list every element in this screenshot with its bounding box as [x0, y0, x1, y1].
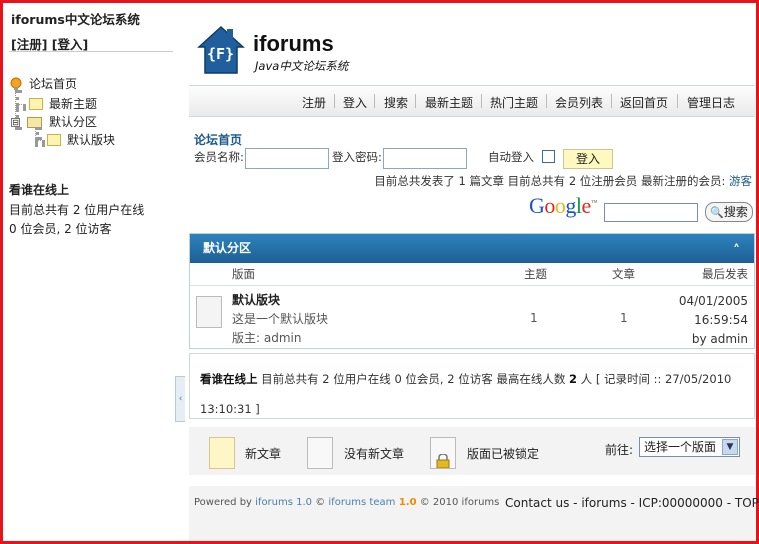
tree-label-home: 论坛首页 [29, 77, 78, 91]
google-search-input[interactable] [604, 203, 698, 222]
powered-text: Powered by [194, 497, 256, 508]
collapse-arrow-icon[interactable]: ˄ [733, 237, 740, 266]
last-post-time: 16:59:54 [694, 313, 748, 327]
goto-select-value: 选择一个版面 [644, 440, 717, 454]
logo-letter: {F} [207, 45, 235, 63]
search-button-label: 搜索 [723, 205, 748, 219]
online-total: 目前总共有 2 位用户在线 [9, 203, 145, 217]
password-label: 登入密码: [332, 150, 382, 164]
who-text: 目前总共有 2 位用户在线 0 位会员, 2 位访客 最高在线人数 [257, 372, 570, 386]
new-posts-icon [209, 437, 235, 469]
nav-latest[interactable]: 最新主题 [425, 94, 473, 111]
goto-board-select[interactable]: 选择一个版面 ▼ [639, 437, 740, 457]
legend-new: 新文章 [245, 447, 282, 461]
nav-hot[interactable]: 热门主题 [490, 94, 538, 111]
online-title: 看谁在线上 [9, 183, 70, 197]
col-topics: 主题 [524, 267, 547, 281]
nav-login[interactable]: 登入 [343, 94, 367, 111]
board-moderator: 版主: admin [232, 331, 302, 345]
stats-text: 目前总共发表了 1 篇文章 目前总共有 2 位注册会员 最新注册的会员: [374, 174, 726, 188]
nav-separator [546, 94, 547, 108]
chevron-down-icon[interactable]: ▼ [722, 439, 738, 455]
lock-icon [436, 454, 450, 468]
brand-name: iforums [253, 31, 334, 56]
search-icon: 🔍 [710, 206, 724, 219]
google-logo: Google™ [529, 193, 598, 218]
team-link[interactable]: iforums team [328, 497, 395, 508]
username-label: 会员名称: [194, 150, 244, 164]
table-row: 默认版块 这是一个默认版块 版主: admin 1 1 04/01/2005 1… [190, 287, 754, 349]
category-title: 默认分区 [203, 241, 252, 255]
powered-by: Powered by iforums 1.0 © iforums team 1.… [194, 497, 499, 508]
no-new-posts-icon [196, 296, 222, 328]
category-header[interactable]: 默认分区 ˄ [190, 234, 754, 263]
col-board: 版面 [232, 267, 255, 281]
tree-line [35, 140, 45, 144]
tree-label-board: 默认版块 [67, 133, 116, 147]
brand-tagline: Java中文论坛系统 [255, 59, 349, 73]
nav-separator [334, 94, 335, 108]
nav-separator [677, 94, 678, 108]
who-max: 2 [569, 372, 578, 386]
version: 1.0 [395, 497, 417, 508]
newest-member-link[interactable]: 游客 [729, 174, 752, 188]
legend-locked: 版面已被锁定 [467, 447, 540, 461]
board-name-link[interactable]: 默认版块 [232, 291, 280, 308]
who-title: 看谁在线上 [200, 372, 258, 386]
sidebar-title: iforums中文论坛系统 [11, 12, 140, 27]
no-new-posts-icon [307, 437, 333, 469]
page-icon [29, 98, 43, 110]
page-icon [47, 134, 61, 146]
locked-icon [430, 437, 456, 469]
product-link[interactable]: iforums 1.0 [255, 497, 312, 508]
forum-stats: 目前总共发表了 1 篇文章 目前总共有 2 位注册会员 最新注册的会员: 游客 [374, 173, 752, 189]
board-posts: 1 [620, 311, 628, 325]
sidebar: iforums中文论坛系统 [注册] [登入] 论坛首页 最新主题 ⊟ 默认分区… [3, 3, 185, 541]
table-header: 版面 主题 文章 最后发表 [190, 263, 754, 286]
board-last-post: 04/01/2005 16:59:54 by admin [679, 292, 748, 349]
nav-separator [611, 94, 612, 108]
footer-links[interactable]: Contact us - iforums - ICP:00000000 - TO… [505, 496, 759, 510]
nav-home[interactable]: 返回首页 [620, 94, 668, 111]
nav-separator [481, 94, 482, 108]
legend-none: 没有新文章 [344, 447, 405, 461]
auto-login-label: 自动登入 [488, 150, 534, 164]
collapse-toggle-icon[interactable]: ⊟ [11, 118, 20, 127]
breadcrumb[interactable]: 论坛首页 [194, 131, 242, 148]
nav-separator [415, 94, 416, 108]
footer: Powered by iforums 1.0 © iforums team 1.… [189, 486, 759, 541]
last-post-author[interactable]: by admin [679, 330, 748, 349]
top-nav: 注册 登入 搜索 最新主题 热门主题 会员列表 返回首页 管理日志 [189, 85, 755, 117]
col-posts: 文章 [612, 267, 635, 281]
tree-line [16, 104, 26, 108]
last-post-date: 04/01/2005 [678, 294, 748, 308]
goto-label: 前往: [605, 443, 634, 457]
google-search-button[interactable]: 🔍搜索 [705, 202, 753, 222]
sidebar-collapse-handle[interactable]: ‹ [175, 376, 185, 422]
who-is-online: 看谁在线上 目前总共有 2 位用户在线 0 位会员, 2 位访客 最高在线人数 … [189, 353, 755, 419]
main-content: {F} iforums Java中文论坛系统 注册 登入 搜索 最新主题 热门主… [189, 3, 759, 541]
lightbulb-icon [10, 77, 22, 90]
col-last: 最后发表 [702, 267, 748, 281]
username-field[interactable] [245, 148, 329, 169]
sidebar-divider [9, 51, 173, 52]
nav-admin-log[interactable]: 管理日志 [687, 94, 735, 111]
tree-line [35, 127, 39, 140]
board-description: 这是一个默认版块 [232, 312, 329, 326]
icon-legend: 新文章 没有新文章 版面已被锁定 前往: 选择一个版面 ▼ [189, 427, 755, 475]
auto-login-checkbox[interactable] [542, 150, 555, 163]
nav-search[interactable]: 搜索 [384, 94, 408, 111]
tree-label-latest: 最新主题 [49, 97, 98, 111]
board-topics: 1 [530, 311, 538, 325]
nav-separator [374, 94, 375, 108]
copyright: © 2010 iforums [416, 497, 500, 508]
forum-category-table: 默认分区 ˄ 版面 主题 文章 最后发表 默认版块 这是一个默认版块 版主: a… [189, 233, 755, 349]
tree-label-category: 默认分区 [49, 115, 98, 129]
nav-members[interactable]: 会员列表 [555, 94, 603, 111]
copy-sign: © [312, 497, 329, 508]
password-field[interactable] [383, 148, 467, 169]
nav-register[interactable]: 注册 [302, 94, 326, 111]
online-breakdown: 0 位会员, 2 位访客 [9, 222, 112, 236]
login-button[interactable]: 登入 [563, 149, 613, 169]
